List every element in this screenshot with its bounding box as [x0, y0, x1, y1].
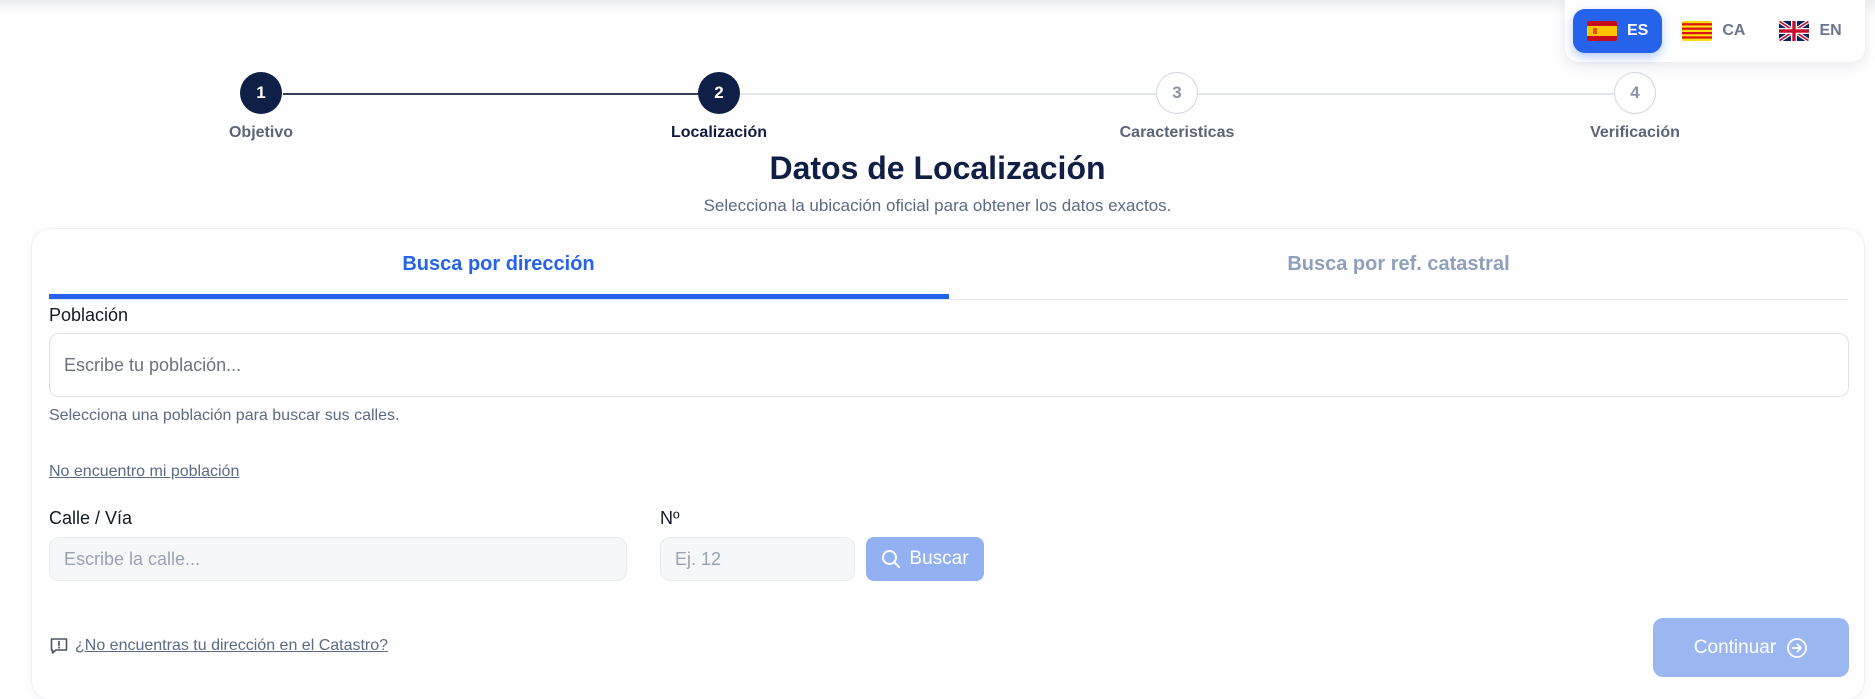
step-caracteristicas: 3 Caracteristicas — [1077, 72, 1277, 142]
poblacion-helper-text: Selecciona una población para buscar sus… — [49, 407, 400, 424]
tab-cadastral-ref-search[interactable]: Busca por ref. catastral — [949, 229, 1848, 299]
town-not-found-link[interactable]: No encuentro mi población — [49, 463, 239, 481]
language-code: ES — [1627, 22, 1649, 39]
step-label: Caracteristicas — [1119, 124, 1235, 141]
language-code: EN — [1819, 22, 1842, 39]
arrow-right-circle-icon — [1787, 637, 1808, 658]
language-option-ca[interactable]: CA — [1668, 9, 1759, 53]
progress-stepper: 1 Objetivo 2 Localización 3 Caracteristi… — [0, 72, 1875, 152]
language-switcher: ES CA EN — [1565, 0, 1865, 62]
step-number: 2 — [698, 72, 740, 114]
step-localizacion[interactable]: 2 Localización — [619, 72, 819, 142]
spain-flag-icon — [1587, 21, 1617, 41]
step-label: Verificación — [1590, 124, 1680, 141]
search-button[interactable]: Buscar — [866, 537, 984, 581]
location-form-card: Busca por dirección Busca por ref. catas… — [32, 229, 1864, 699]
step-label: Objetivo — [228, 124, 293, 141]
language-code: CA — [1722, 22, 1746, 39]
step-number: 3 — [1156, 72, 1198, 114]
poblacion-label: Población — [49, 305, 129, 325]
tab-address-search[interactable]: Busca por dirección — [49, 229, 948, 299]
page-title: Datos de Localización — [769, 150, 1106, 186]
message-alert-icon — [50, 638, 68, 654]
language-option-en[interactable]: EN — [1765, 9, 1855, 53]
continue-button-label: Continuar — [1693, 636, 1777, 658]
catastro-not-found-link[interactable]: ¿No encuentras tu dirección en el Catast… — [75, 637, 388, 655]
active-tab-indicator — [49, 294, 949, 299]
search-icon — [882, 550, 901, 568]
uk-flag-icon — [1779, 21, 1810, 41]
step-number: 4 — [1614, 72, 1656, 114]
page-subtitle: Selecciona la ubicación oficial para obt… — [703, 196, 1172, 215]
search-button-label: Buscar — [909, 548, 969, 569]
numero-label: Nº — [660, 508, 680, 528]
search-mode-tabs: Busca por dirección Busca por ref. catas… — [49, 229, 1848, 300]
step-label: Localización — [670, 124, 768, 141]
calle-label: Calle / Vía — [49, 508, 133, 528]
poblacion-input[interactable] — [49, 333, 1849, 397]
number-input[interactable] — [660, 537, 855, 581]
catastro-help: ¿No encuentras tu dirección en el Catast… — [49, 636, 388, 656]
continue-button[interactable]: Continuar — [1653, 618, 1849, 677]
street-input[interactable] — [49, 537, 627, 581]
catalonia-flag-icon — [1682, 21, 1713, 41]
step-objetivo[interactable]: 1 Objetivo — [161, 72, 361, 142]
language-option-es[interactable]: ES — [1573, 9, 1663, 53]
step-verificacion: 4 Verificación — [1535, 72, 1735, 142]
step-number: 1 — [240, 72, 282, 114]
